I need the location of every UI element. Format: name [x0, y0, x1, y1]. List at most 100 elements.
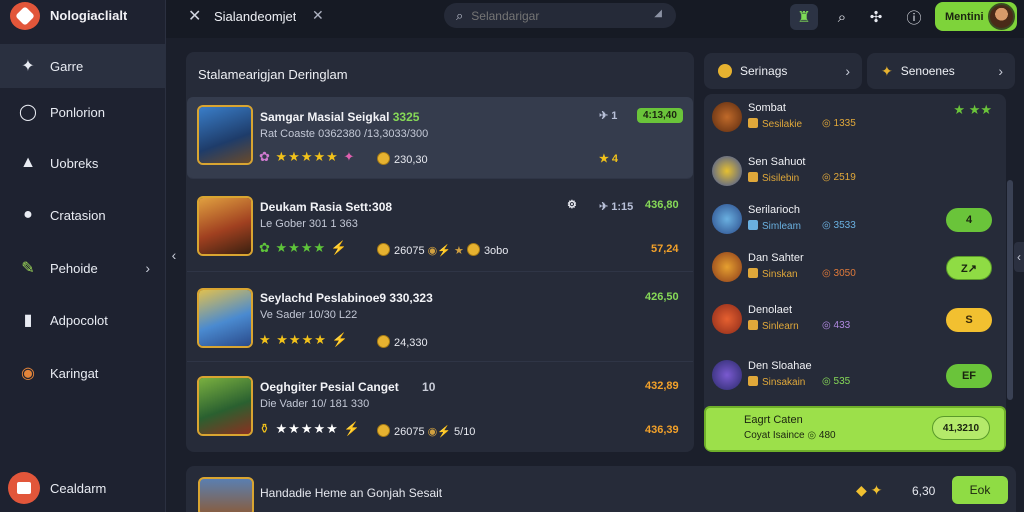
- game-title: Seylachd Peslabinoe9 330,323: [260, 291, 433, 305]
- player-name: Den Sloahae: [748, 360, 812, 372]
- panel-title: Stalamearigjan Deringlam: [198, 67, 348, 82]
- apps-icon[interactable]: ✣: [862, 4, 890, 30]
- list-item[interactable]: Den Sloahae Sinsakain ◎ 535 EF: [704, 354, 1006, 410]
- game-thumbnail: [197, 105, 253, 165]
- scrollbar[interactable]: [1007, 180, 1013, 400]
- row-value: 436,39: [645, 424, 679, 436]
- pin-icon[interactable]: ✈ 1:15: [599, 200, 633, 213]
- sidebar-item-pehoide[interactable]: ✎ Pehoide ›: [0, 246, 166, 290]
- player-rank: Sinskan: [748, 268, 798, 280]
- player-points: ◎ 1335: [822, 118, 856, 129]
- tab-close-icon[interactable]: ✕: [312, 7, 324, 24]
- coin-icon: [377, 424, 390, 437]
- list-item-highlighted[interactable]: Eagrt Caten Coyat Isaince ◎ 480 41,3210: [704, 406, 1006, 452]
- sidebar-item-adpocolot[interactable]: ▮ Adpocolot: [0, 298, 166, 342]
- coin-count: 230,30: [377, 152, 428, 166]
- sidebar-item-karingat[interactable]: ◉ Karingat: [0, 351, 166, 395]
- leaderboard-list: Sombat Sesilakie ◎ 1335 ★ ★★ Sen Sahuot …: [704, 94, 1006, 452]
- coin-count: 26075 ◉⚡ ★ 3obo: [377, 243, 508, 257]
- game-thumbnail: [197, 376, 253, 436]
- game-thumbnail: [197, 288, 253, 348]
- briefcase-icon: [8, 472, 40, 504]
- player-rank: Sesilakie: [748, 118, 802, 130]
- rating-stars: ★ ★★★★ ⚡: [259, 332, 349, 347]
- coin-icon: [377, 152, 390, 165]
- close-icon[interactable]: ✕: [188, 6, 201, 26]
- pin-icon[interactable]: ✈ 1: [599, 109, 617, 122]
- game-thumbnail: [197, 196, 253, 256]
- player-rank: Coyat Isaince ◎ 480: [744, 430, 836, 441]
- profile-button[interactable]: Mentini: [935, 2, 1017, 31]
- game-row[interactable]: Seylachd Peslabinoe9 330,323 Ve Sader 10…: [187, 274, 693, 362]
- sparkle-icon: ✦: [881, 62, 893, 79]
- sidebar-item-cratasion[interactable]: ● Cratasion: [0, 193, 166, 237]
- action-button[interactable]: Z↗: [946, 256, 992, 280]
- avatar: [712, 304, 742, 334]
- action-button[interactable]: 4: [946, 208, 992, 232]
- sidebar-item-label: Garre: [50, 58, 84, 74]
- player-name: Eagrt Caten: [744, 414, 803, 426]
- score-value: 426,50: [645, 291, 679, 303]
- score-badge: 4:13,40: [637, 108, 683, 123]
- list-item[interactable]: Sombat Sesilakie ◎ 1335 ★ ★★: [704, 96, 1006, 152]
- sidebar-collapse-icon[interactable]: ‹: [166, 242, 182, 268]
- game-title: Samgar Masial Seigkal 3325: [260, 110, 420, 124]
- tab-settings[interactable]: Serinags ›: [704, 53, 862, 89]
- sidebar-item-garre[interactable]: ✦ Garre: [0, 44, 166, 88]
- chevron-right-icon: ›: [845, 63, 850, 79]
- chevron-right-icon: ›: [145, 260, 150, 276]
- avatar: [712, 204, 742, 234]
- game-title: Oeghgiter Pesial Canget 10: [260, 380, 436, 394]
- player-name: Serilarioch: [748, 204, 800, 216]
- avatar: [988, 3, 1015, 30]
- bottom-action-button[interactable]: Eok: [952, 476, 1008, 504]
- game-subtitle: Le Gober 301 1 363: [260, 218, 358, 230]
- player-rank: Simleam: [748, 220, 801, 232]
- player-points: ◎ 2519: [822, 172, 856, 183]
- player-name: Denolaet: [748, 304, 793, 316]
- shield-icon: ◯: [19, 104, 37, 121]
- action-button[interactable]: EF: [946, 364, 992, 388]
- sidebar: Nologiaclialt ✦ Garre ◯ Ponlorion ▲ Uobr…: [0, 0, 166, 512]
- bonus-icons: ◆ ✦: [856, 482, 883, 498]
- search-input[interactable]: [471, 8, 642, 23]
- game-row[interactable]: Deukam Rasia Sett:308 Le Gober 301 1 363…: [187, 184, 693, 272]
- action-button[interactable]: S: [946, 308, 992, 332]
- player-rank: Sisilebin: [748, 172, 799, 184]
- coin-icon: [377, 243, 390, 256]
- tab-label: Senoenes: [900, 64, 955, 78]
- list-item[interactable]: Denolaet Sinlearn ◎ 433 S: [704, 298, 1006, 354]
- sidebar-bottom-item[interactable]: Cealdarm: [0, 466, 166, 510]
- list-item[interactable]: Dan Sahter Sinskan ◎ 3050 Z↗: [704, 246, 1006, 302]
- player-points: ◎ 3533: [822, 220, 856, 231]
- info-icon[interactable]: ⓘ: [900, 4, 928, 30]
- globe-icon: ◉: [21, 365, 35, 382]
- bottom-title: Handadie Heme an Gonjah Sesait: [260, 486, 443, 500]
- action-button[interactable]: 41,3210: [932, 416, 990, 440]
- leaderboard-button[interactable]: ♜: [790, 4, 818, 30]
- bookmark-icon: ▮: [23, 312, 33, 329]
- notification-icon[interactable]: ⚙: [567, 198, 577, 211]
- app-title: Nologiaclialt: [50, 8, 128, 23]
- search-button[interactable]: ⌕: [828, 4, 856, 30]
- sidebar-item-uobreks[interactable]: ▲ Uobreks: [0, 141, 166, 185]
- game-row[interactable]: Samgar Masial Seigkal 3325 Rat Coaste 03…: [187, 97, 693, 179]
- app-logo[interactable]: [10, 2, 40, 30]
- expand-icon[interactable]: ‹: [1014, 242, 1024, 272]
- tab-scenes[interactable]: ✦ Senoenes ›: [867, 53, 1015, 89]
- player-points: ◎ 433: [822, 320, 851, 331]
- row-value: 57,24: [651, 243, 679, 255]
- rating-stars: ⚱ ★★★★★ ⚡: [259, 421, 361, 436]
- avatar: [712, 252, 742, 282]
- coin-count: 24,330: [377, 335, 428, 349]
- game-row[interactable]: Oeghgiter Pesial Canget 10 Die Vader 10/…: [187, 364, 693, 452]
- search-box[interactable]: ⌕ ◢: [444, 3, 676, 28]
- sidebar-item-label: Pehoide: [50, 260, 98, 276]
- tab-title[interactable]: Sialandeomjet: [214, 9, 296, 24]
- filter-icon[interactable]: ◢: [654, 8, 662, 19]
- coin-icon: [718, 64, 732, 78]
- sidebar-item-label: Karingat: [50, 365, 99, 381]
- player-points: ◎ 3050: [822, 268, 856, 279]
- sidebar-item-ponlorion[interactable]: ◯ Ponlorion: [0, 90, 166, 134]
- coin-icon: [377, 335, 390, 348]
